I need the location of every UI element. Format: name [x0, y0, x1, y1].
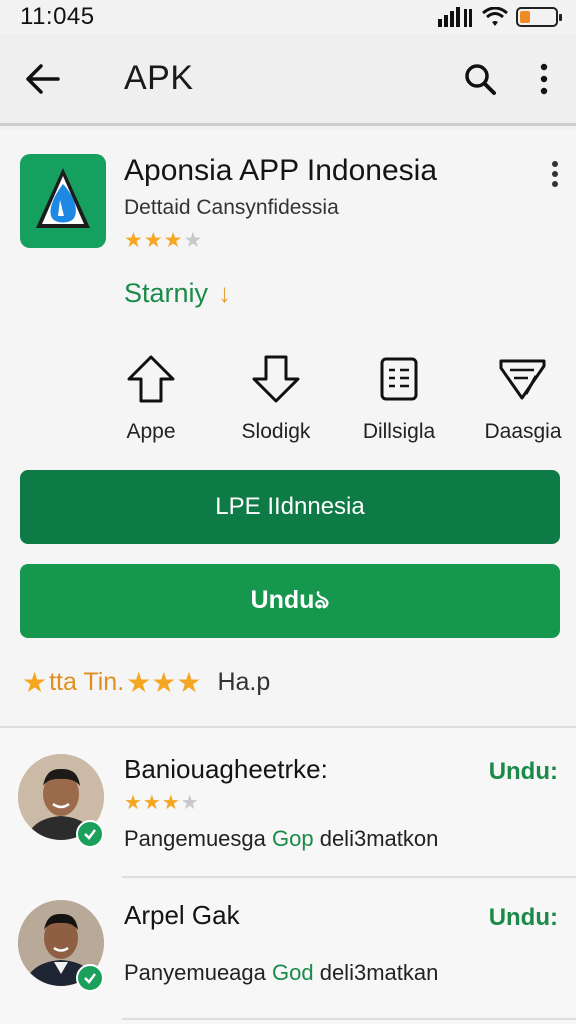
more-vert-icon: [552, 161, 558, 187]
primary-button[interactable]: LPE IIdnnesia: [20, 470, 560, 544]
search-icon: [465, 63, 496, 95]
page-title: APK: [124, 59, 194, 97]
back-button[interactable]: [0, 33, 84, 125]
search-button[interactable]: [448, 33, 512, 125]
app-detail-card: Aponsia APP Indonesia Dettaid Cansynfide…: [0, 130, 576, 726]
review-install-link[interactable]: Undu:: [489, 904, 558, 932]
quick-action-label: Slodigk: [241, 420, 311, 443]
review-rating-stars: ★★★★: [124, 792, 200, 814]
quick-action-daasgia[interactable]: Daasgia: [458, 352, 576, 444]
status-icons: [438, 7, 562, 27]
app-bar: APK: [0, 34, 576, 126]
down-arrow-icon: ↓: [218, 278, 232, 308]
battery-icon: [516, 7, 562, 27]
status-label: Starniy: [124, 278, 209, 308]
reviewer-name: Baniouagheetrke:: [124, 754, 328, 784]
rating-summary-text: tta Tin.: [49, 668, 125, 696]
rating-count: Ha.p: [217, 668, 271, 696]
quick-action-label: Daasgia: [484, 420, 562, 443]
review-install-link[interactable]: Undu:: [489, 758, 558, 786]
back-arrow-icon: [26, 63, 60, 94]
quick-action-label: Appe: [126, 420, 176, 443]
app-icon[interactable]: [20, 154, 106, 248]
star-icon: ★★★: [126, 667, 202, 698]
app-name: Aponsia APP Indonesia: [124, 154, 438, 187]
reviewer-name: Arpel Gak: [124, 900, 240, 930]
app-rating-stars: ★★★★: [124, 229, 204, 252]
install-button[interactable]: Unduঌ: [20, 564, 560, 638]
review-text: Panyemueaga God deli3matkan: [124, 960, 439, 985]
upload-arrow-icon: [127, 355, 175, 403]
star-icon: ★: [22, 667, 48, 698]
developer-name[interactable]: Dettaid Cansynfidessia: [124, 196, 339, 220]
status-bar: 11:045: [0, 0, 576, 34]
more-vert-icon: [540, 63, 548, 94]
app-logo-icon: [36, 168, 90, 228]
rating-summary: ★ tta Tin. ★★★ Ha.p: [22, 666, 270, 699]
share-icon: [499, 359, 546, 400]
quick-action-label: Dillsigla: [362, 420, 436, 443]
signal-icon: [438, 7, 472, 27]
download-arrow-icon: [252, 355, 300, 403]
battery-fill: [520, 11, 531, 23]
verified-badge-icon: [76, 820, 104, 848]
app-more-button[interactable]: [540, 154, 570, 194]
review-divider: [122, 1018, 576, 1020]
overflow-menu-button[interactable]: [512, 33, 576, 125]
verified-badge-icon: [76, 964, 104, 992]
document-icon: [380, 357, 418, 401]
review-text: Pangemuesga Gop deli3matkon: [124, 826, 439, 851]
reviews-list: Baniouagheetrke: Undu: ★★★★ Pangemuesga …: [0, 728, 576, 1024]
quick-actions: Appe Slodigk Dillsigla Daasgia: [0, 352, 576, 448]
quick-action-slodigk[interactable]: Slodigk: [211, 352, 341, 444]
wifi-icon: [482, 7, 508, 26]
quick-action-dillsigla[interactable]: Dillsigla: [334, 352, 464, 444]
quick-action-appe[interactable]: Appe: [86, 352, 216, 444]
status-link[interactable]: Starniy ↓: [124, 278, 231, 309]
status-time: 11:045: [20, 3, 95, 30]
